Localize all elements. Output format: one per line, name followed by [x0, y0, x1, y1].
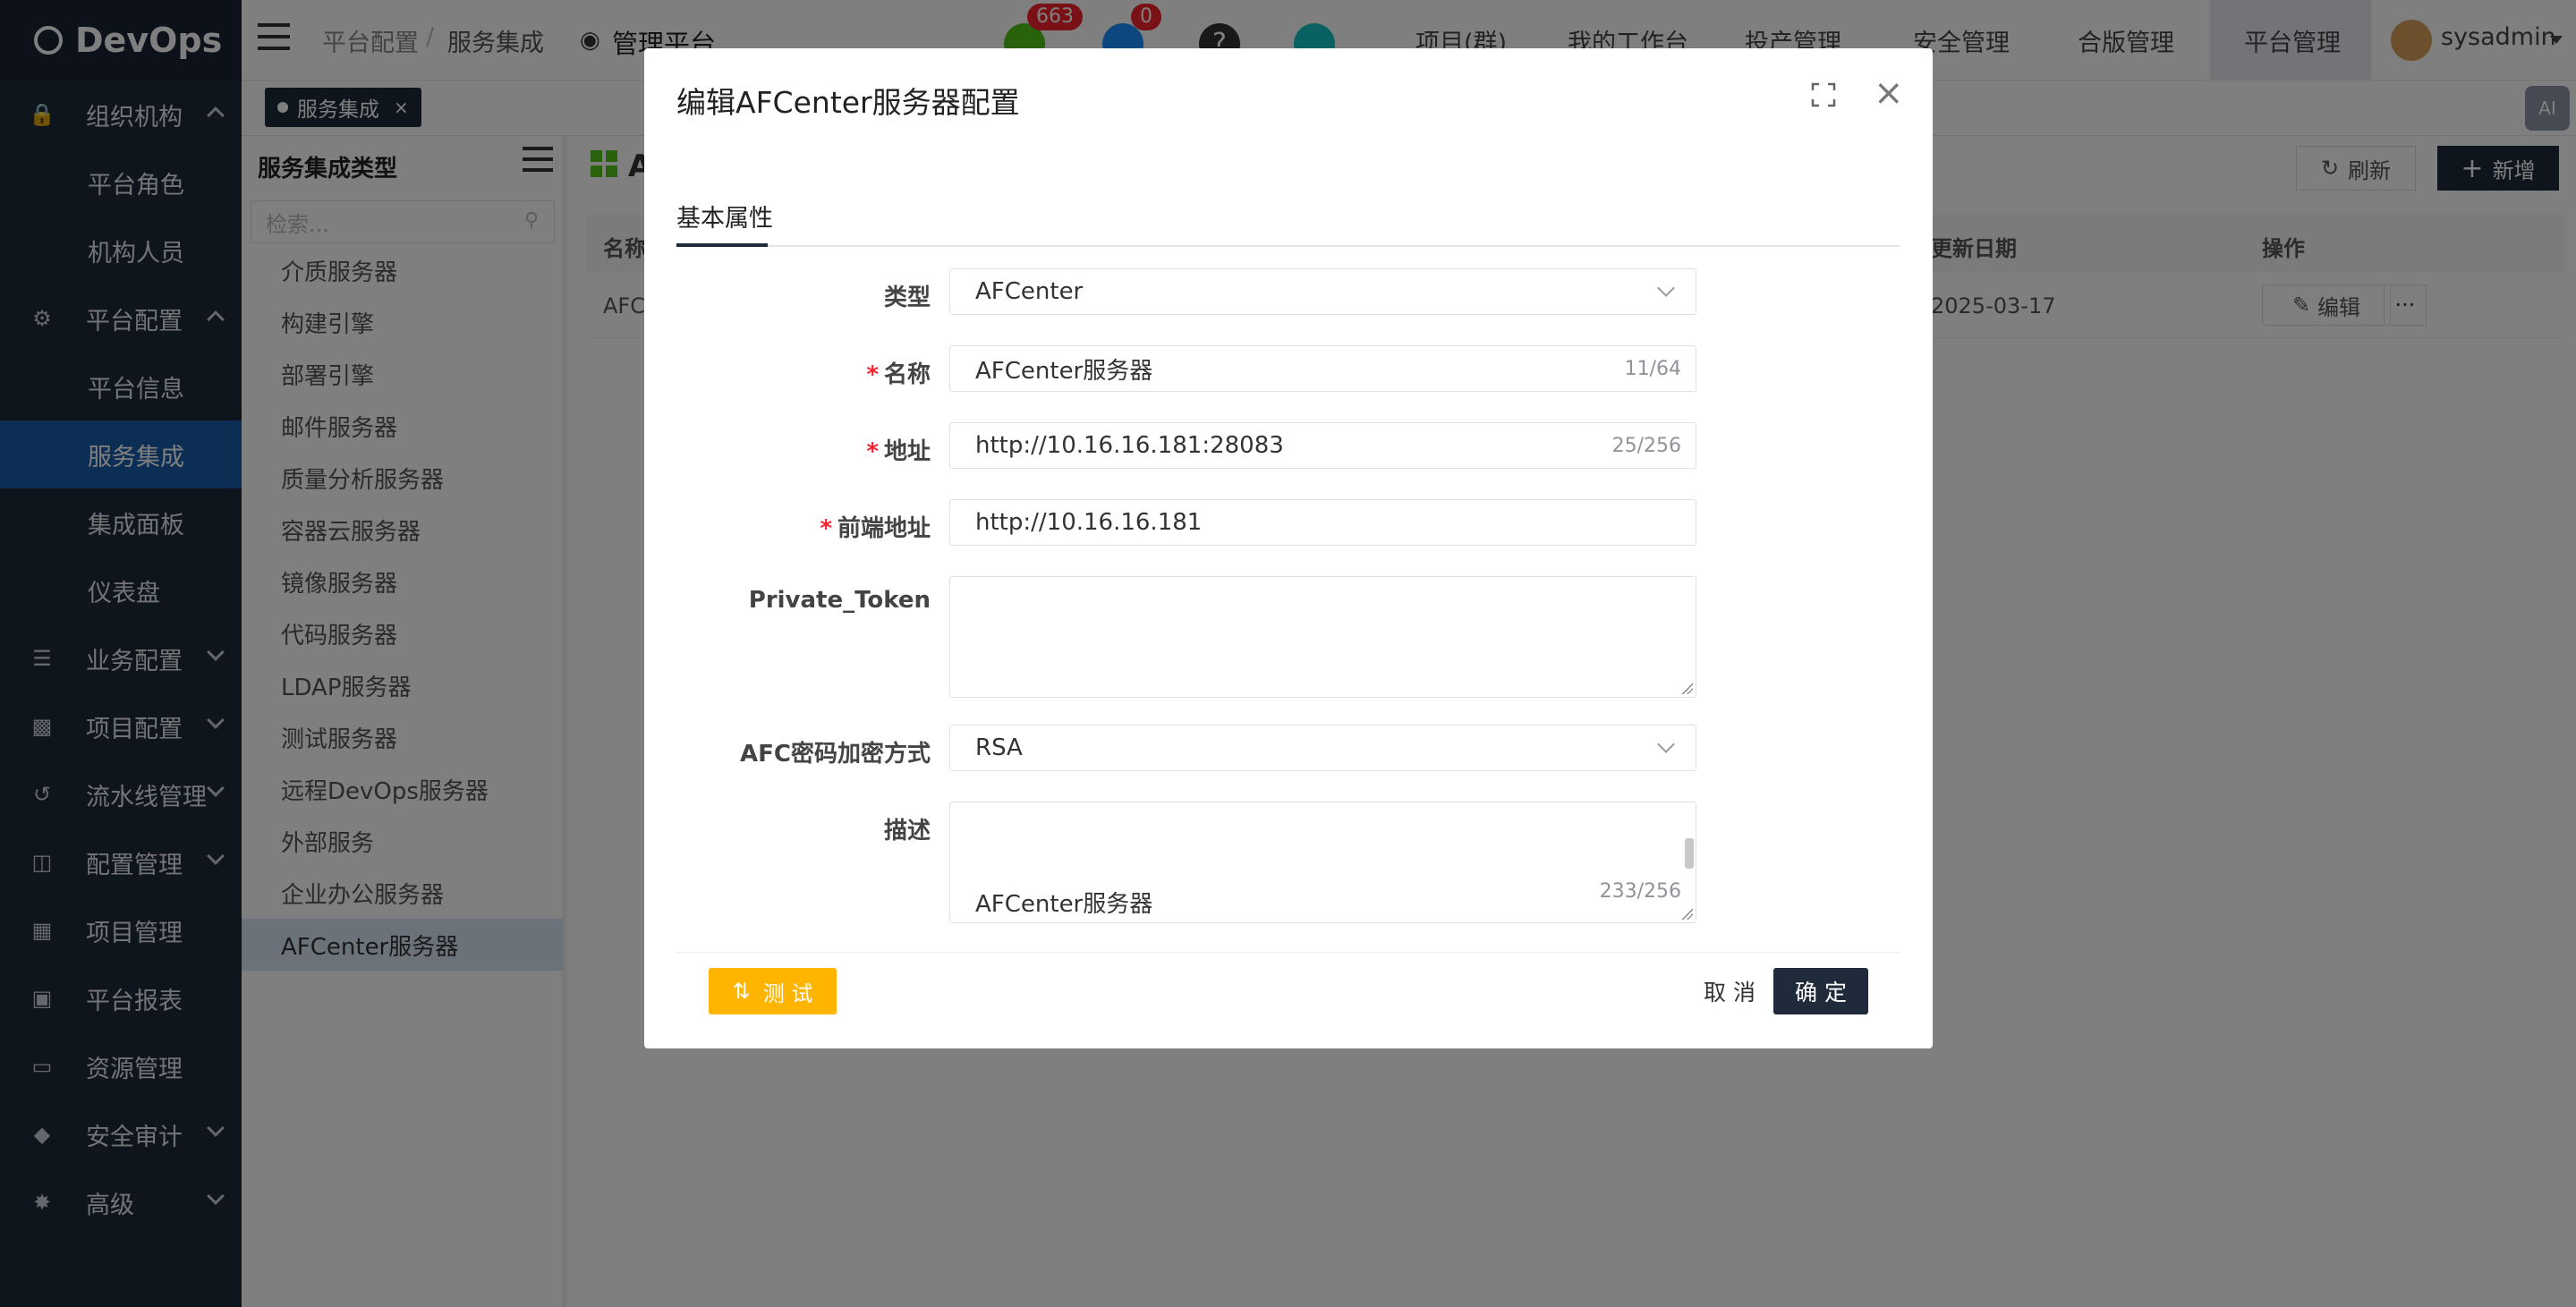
chevron-down-icon [1657, 735, 1675, 753]
encrypt-method-select[interactable]: RSA [949, 725, 1696, 771]
chevron-down-icon [1657, 279, 1675, 297]
private-token-textarea[interactable] [949, 576, 1696, 698]
resize-handle-icon[interactable] [1680, 682, 1693, 694]
address-input[interactable]: http://10.16.16.181:28083 25/256 [949, 422, 1696, 469]
frontend-address-input[interactable]: http://10.16.16.181 [949, 499, 1696, 546]
encrypt-method-label: AFC密码加密方式 [740, 741, 931, 768]
address-counter: 25/256 [1611, 434, 1681, 457]
dialog-footer-divider [676, 952, 1900, 953]
cancel-button[interactable]: 取 消 [1700, 968, 1759, 1014]
tab-active-indicator [676, 243, 768, 247]
address-label: * 地址 [866, 438, 931, 465]
confirm-button[interactable]: 确 定 [1773, 968, 1868, 1014]
dialog-title: 编辑AFCenter服务器配置 [676, 85, 1020, 120]
fullscreen-icon[interactable] [1811, 82, 1836, 107]
resize-handle-icon[interactable] [1680, 907, 1693, 920]
frontend-address-label: * 前端地址 [820, 515, 931, 542]
private-token-label: Private_Token [748, 587, 931, 614]
scrollbar-thumb[interactable] [1685, 838, 1694, 869]
description-label: 描述 [883, 818, 931, 844]
test-icon: ⇅ [732, 979, 751, 1004]
test-button[interactable]: ⇅ 测 试 [709, 968, 837, 1014]
name-label: * 名称 [866, 361, 931, 388]
tab-divider [676, 245, 1900, 247]
name-input[interactable]: AFCenter服务器 11/64 [949, 345, 1696, 392]
type-select[interactable]: AFCenter [949, 268, 1696, 315]
close-icon[interactable]: × [1874, 75, 1904, 111]
type-label: 类型 [883, 284, 931, 311]
description-counter: 233/256 [1599, 880, 1681, 903]
tab-basic-properties[interactable]: 基本属性 [676, 199, 773, 233]
description-textarea[interactable]: AFCenter服务器 233/256 [949, 802, 1696, 923]
name-counter: 11/64 [1624, 357, 1681, 380]
